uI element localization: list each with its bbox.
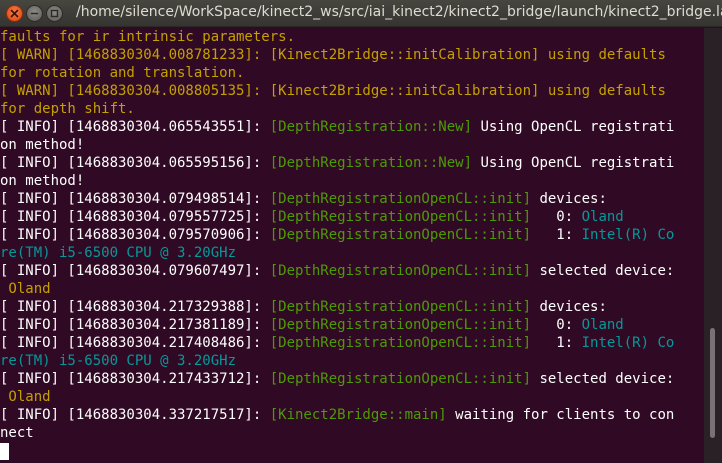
terminal-line: on method! — [0, 172, 704, 190]
terminal-line: [ INFO] [1468830304.217408486]: [DepthRe… — [0, 334, 704, 352]
vertical-scrollbar[interactable] — [704, 28, 722, 463]
terminal-text-segment: waiting for clients to con — [446, 407, 675, 423]
terminal-text-segment: [ INFO] [1468830304.065543551]: — [0, 119, 270, 135]
terminal-text-segment: [DepthRegistration::New] — [269, 155, 473, 171]
terminal-text-segment: Oland — [0, 281, 51, 297]
terminal-line: [ INFO] [1468830304.079557725]: [DepthRe… — [0, 208, 704, 226]
terminal-text-segment: [ WARN] [1468830304.008805135]: [Kinect2… — [0, 83, 666, 99]
terminal-text-segment: [ INFO] [1468830304.337217517]: — [0, 407, 270, 423]
terminal-text-segment: Oland — [581, 317, 624, 333]
terminal-line: on method! — [0, 136, 704, 154]
terminal-line: re(TM) i5-6500 CPU @ 3.20GHz — [0, 352, 704, 370]
terminal-output[interactable]: faults for ir intrinsic parameters. [ WAR… — [0, 28, 704, 463]
terminal-line: Oland — [0, 280, 704, 298]
terminal-text-segment: re(TM) i5-6500 CPU @ 3.20GHz — [0, 353, 237, 369]
terminal-line: [ INFO] [1468830304.337217517]: [Kinect2… — [0, 406, 704, 424]
terminal-text-segment: Intel(R) Co — [581, 335, 675, 351]
title-bar[interactable]: /home/silence/WorkSpace/kinect2_ws/src/i… — [0, 0, 722, 27]
terminal-text-segment: Intel(R) Co — [581, 227, 675, 243]
terminal-line: [ INFO] [1468830304.217329388]: [DepthRe… — [0, 298, 704, 316]
terminal-text-segment: re(TM) i5-6500 CPU @ 3.20GHz — [0, 245, 237, 261]
terminal-text-segment: [DepthRegistrationOpenCL::init] — [269, 209, 532, 225]
terminal-text-segment: 1: — [531, 227, 582, 243]
terminal-line: [ INFO] [1468830304.079570906]: [DepthRe… — [0, 226, 704, 244]
minimize-icon — [30, 12, 39, 15]
terminal-line: Oland — [0, 388, 704, 406]
terminal-line: re(TM) i5-6500 CPU @ 3.20GHz — [0, 244, 704, 262]
terminal-text-segment: selected device: — [531, 263, 675, 279]
scrollbar-thumb[interactable] — [710, 328, 715, 438]
terminal-text-segment: [DepthRegistration::New] — [269, 119, 473, 135]
terminal-text-segment: on method! — [0, 137, 85, 153]
terminal-line: [ WARN] [1468830304.008805135]: [Kinect2… — [0, 82, 704, 100]
terminal-text-segment: nect — [0, 425, 34, 441]
terminal-text-segment: [ INFO] [1468830304.079557725]: — [0, 209, 270, 225]
terminal-text-segment: [ INFO] [1468830304.079570906]: — [0, 227, 270, 243]
terminal-line: [ INFO] [1468830304.065595156]: [DepthRe… — [0, 154, 704, 172]
terminal-line: for depth shift. — [0, 100, 704, 118]
terminal-text-segment: devices: — [531, 191, 607, 207]
terminal-text-segment: for rotation and translation. — [0, 65, 245, 81]
close-icon — [10, 9, 19, 18]
terminal-text-segment: [DepthRegistrationOpenCL::init] — [269, 299, 532, 315]
terminal-text-segment: [ INFO] [1468830304.079498514]: — [0, 191, 270, 207]
close-button[interactable] — [6, 5, 23, 22]
terminal-line: [ INFO] [1468830304.065543551]: [DepthRe… — [0, 118, 704, 136]
terminal-line: [ INFO] [1468830304.217381189]: [DepthRe… — [0, 316, 704, 334]
terminal-text-segment: faults for ir intrinsic parameters. — [0, 29, 296, 45]
terminal-line: [ WARN] [1468830304.008781233]: [Kinect2… — [0, 46, 704, 64]
terminal-text-segment: Oland — [581, 209, 624, 225]
terminal-text-segment: 0: — [531, 317, 582, 333]
terminal-text-segment: [Kinect2Bridge::main] — [269, 407, 447, 423]
prompt-row — [0, 442, 704, 460]
terminal-text-segment: 1: — [531, 335, 582, 351]
terminal-text-segment: [DepthRegistrationOpenCL::init] — [269, 371, 532, 387]
terminal-text-segment: [DepthRegistrationOpenCL::init] — [269, 335, 532, 351]
terminal-text-segment: selected device: — [531, 371, 675, 387]
terminal-text-segment: Oland — [0, 389, 51, 405]
minimize-button[interactable] — [26, 5, 43, 22]
terminal-line: [ INFO] [1468830304.079607497]: [DepthRe… — [0, 262, 704, 280]
maximize-icon — [50, 9, 59, 18]
terminal-text-segment: [DepthRegistrationOpenCL::init] — [269, 227, 532, 243]
terminal-text-segment: for depth shift. — [0, 101, 135, 117]
terminal-text-segment: [ WARN] [1468830304.008781233]: [Kinect2… — [0, 47, 666, 63]
terminal-line: [ INFO] [1468830304.217433712]: [DepthRe… — [0, 370, 704, 388]
terminal-text-segment: [ INFO] [1468830304.217408486]: — [0, 335, 270, 351]
terminal-text-segment: [ INFO] [1468830304.217381189]: — [0, 317, 270, 333]
terminal-window: /home/silence/WorkSpace/kinect2_ws/src/i… — [0, 0, 722, 463]
terminal-line: [ INFO] [1468830304.079498514]: [DepthRe… — [0, 190, 704, 208]
terminal-text-segment: Using OpenCL registrati — [472, 155, 675, 171]
terminal-text-segment: [DepthRegistrationOpenCL::init] — [269, 263, 532, 279]
terminal-text-segment: [ INFO] [1468830304.079607497]: — [0, 263, 270, 279]
terminal-text-segment: 0: — [531, 209, 582, 225]
terminal-text-segment: [ INFO] [1468830304.065595156]: — [0, 155, 270, 171]
terminal-line: faults for ir intrinsic parameters. — [0, 28, 704, 46]
terminal-text-segment: [DepthRegistrationOpenCL::init] — [269, 317, 532, 333]
terminal-text-segment: [DepthRegistrationOpenCL::init] — [269, 191, 532, 207]
terminal-line: for rotation and translation. — [0, 64, 704, 82]
terminal-text-segment: [ INFO] [1468830304.217433712]: — [0, 371, 270, 387]
maximize-button[interactable] — [46, 5, 63, 22]
terminal-text-segment: Using OpenCL registrati — [472, 119, 675, 135]
terminal-line: nect — [0, 424, 704, 442]
terminal-text-segment: [ INFO] [1468830304.217329388]: — [0, 299, 270, 315]
window-title: /home/silence/WorkSpace/kinect2_ws/src/i… — [76, 4, 722, 20]
terminal-text-segment: on method! — [0, 173, 85, 189]
terminal-text-segment: devices: — [531, 299, 607, 315]
text-cursor — [0, 443, 9, 460]
